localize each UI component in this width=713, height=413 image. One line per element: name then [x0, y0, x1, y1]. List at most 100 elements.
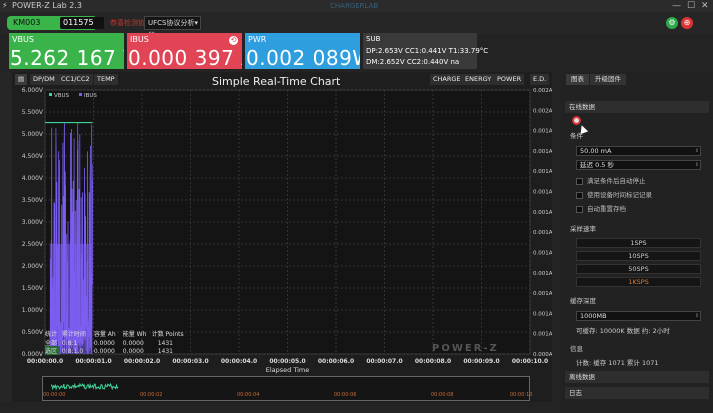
current-threshold-value: 50.00 mA	[580, 147, 612, 155]
minimap-tick: 00:00:08	[431, 392, 454, 398]
rate-1ksps-button[interactable]: 1KSPS	[576, 277, 701, 287]
checkbox-auto-reset[interactable]: 自动重置存档	[576, 204, 701, 214]
rate-10sps-button[interactable]: 10SPS	[576, 251, 701, 261]
ibus-card: IBUS ⟲ 0.000 397 A	[127, 33, 242, 69]
checkbox-icon	[576, 191, 583, 199]
delay-input[interactable]: 延迟 0.5 秒 ⇕	[576, 160, 701, 170]
delay-value: 延迟 0.5 秒	[580, 161, 614, 169]
tab-ed[interactable]: E.D.	[530, 74, 550, 85]
tab-firmware[interactable]: 升级固件	[590, 74, 626, 85]
stats-header: 容量 Ah	[93, 331, 116, 338]
checkbox-device-time[interactable]: 使用设备时间标记记录	[576, 190, 701, 200]
y-left-tick-label: 5.000V	[22, 131, 44, 138]
brand-logo: CHARGERLAB	[330, 2, 379, 10]
vbus-card: VBUS 5.262 167 V	[9, 33, 124, 69]
device-pill[interactable]: KM003 011575	[7, 16, 104, 30]
x-tick-label: 00:00:02.0	[124, 358, 160, 365]
legend-label: VBUS	[54, 93, 70, 99]
tab-dpdm[interactable]: DP/DM	[30, 74, 58, 85]
x-tick-label: 00:00:07.0	[366, 358, 402, 365]
current-threshold-input[interactable]: 50.00 mA ⇕	[576, 146, 701, 156]
stats-header: 累计时间	[61, 331, 86, 338]
stats-header: 能量 Wh	[122, 331, 147, 338]
minimap-ticks: 00:00:00 00:00:02 00:00:04 00:00:06 00:0…	[40, 392, 540, 402]
close-icon[interactable]: ✕	[701, 0, 709, 12]
tab-charge[interactable]: CHARGE	[430, 74, 464, 85]
spin-icon[interactable]: ⇕	[695, 147, 699, 155]
section-online-data[interactable]: 在线数据	[565, 101, 709, 113]
record-button[interactable]	[572, 116, 581, 125]
section-offline-data[interactable]: 离线数据	[565, 371, 709, 383]
spin-icon[interactable]: ⇕	[695, 312, 699, 320]
info-text: 计数: 缓存 1071 累计 1071	[576, 359, 659, 367]
rate-label: 采样速率	[570, 225, 596, 233]
ibus-label: IBUS	[130, 35, 149, 44]
device-name: KM003	[13, 18, 41, 27]
tab-cc1cc2[interactable]: CC1/CC2	[58, 74, 93, 85]
protocol-select[interactable]: UFCS协议分析仪 ▾	[144, 16, 201, 39]
power-value: 0.002 089W	[246, 46, 360, 69]
sub-panel: SUB DP:2.653V CC1:0.441V T1:33.79°C DM:2…	[363, 33, 488, 69]
y-right-tick-label: 0.001A	[533, 291, 552, 297]
x-tick-label: 00:00:04.0	[221, 358, 257, 365]
y-left-tick-label: 5.500V	[22, 109, 44, 116]
stats-header: 计数 Points	[151, 331, 184, 338]
section-log[interactable]: 日志	[565, 387, 709, 399]
y-right-tick-label: 0.001A	[533, 129, 552, 135]
y-right-tick-label: 0.001A	[533, 230, 552, 236]
chart-icon[interactable]: ▤	[15, 74, 28, 85]
minimap-tick: 00:00:02	[140, 392, 163, 398]
minimap-tick: 00:00:04	[237, 392, 260, 398]
checkbox-label: 使用设备时间标记记录	[587, 191, 652, 199]
settings-icon[interactable]: ⚙	[666, 17, 678, 29]
x-tick-label: 00:00:10.0	[512, 358, 548, 365]
x-tick-label: 00:00:00.0	[27, 358, 63, 365]
y-left-tick-label: 3.000V	[22, 219, 44, 226]
right-panel: 图表 升级固件 在线数据 条件 50.00 mA ⇕ 延迟 0.5 秒 ⇕ 满足…	[562, 72, 713, 413]
rate-50sps-button[interactable]: 50SPS	[576, 264, 701, 274]
spin-icon[interactable]: ⇕	[695, 161, 699, 169]
legend-label: IBUS	[84, 93, 97, 99]
x-tick-label: 00:00:01.0	[75, 358, 111, 365]
minimap-tick: 00:00:00	[43, 392, 66, 398]
tab-energy[interactable]: ENERGY	[462, 74, 495, 85]
device-serial: 011575	[60, 17, 104, 29]
ibus-value: 0.000 397 A	[128, 46, 242, 69]
app-window: ⚡ POWER-Z Lab 2.3 CHARGERLAB — ☐ ✕ KM003…	[0, 0, 713, 413]
vbus-value: 5.262 167 V	[10, 46, 124, 69]
stats-cell: 0:8:1.0	[61, 348, 84, 355]
y-right-tick-label: 0.001A	[533, 311, 552, 317]
y-left-tick-label: 1.000V	[22, 307, 44, 314]
stats-table: 统计 累计时间 容量 Ah 能量 Wh 计数 Points 全部 0:8:1 0…	[45, 329, 185, 355]
minimize-icon[interactable]: —	[672, 0, 681, 12]
stats-cell: 1431	[157, 348, 173, 355]
stats-cell: 选区	[45, 346, 60, 355]
minimap-tick: 00:00:06	[334, 392, 357, 398]
stats-row: 全部 0:8:1 0.0000 0.0000 1431	[45, 338, 192, 347]
tab-power[interactable]: POWER	[494, 74, 525, 85]
y-right-tick-label: 0.001A	[533, 250, 552, 256]
legend-swatch	[79, 93, 82, 96]
toolbar: KM003 011575 恭喜检测协议 UFCS协议分析仪 ▾ ⚙ ⊕	[0, 12, 713, 39]
tab-temp[interactable]: TEMP	[94, 74, 118, 85]
stats-cell: 0.0000	[122, 348, 144, 355]
tab-chart[interactable]: 图表	[566, 74, 589, 85]
chart-tab-row: ▤ DP/DM CC1/CC2 TEMP Simple Real-Time Ch…	[12, 72, 552, 88]
y-right-tick-label: 0.001A	[533, 149, 552, 155]
y-right-tick-label: 0.002A	[533, 88, 552, 94]
y-right-tick-label: 0.001A	[533, 169, 552, 175]
info-label: 信息	[570, 345, 583, 353]
watermark-logo: POWER-Z	[432, 343, 499, 354]
depth-input[interactable]: 1000MB ⇕	[576, 311, 701, 321]
checkbox-auto-stop[interactable]: 满足条件后自动停止	[576, 176, 701, 186]
rate-1sps-button[interactable]: 1SPS	[576, 238, 701, 248]
y-right-tick-label: 0.002A	[533, 108, 552, 114]
help-icon[interactable]: ⊕	[681, 17, 693, 29]
param-label: 条件	[570, 132, 583, 140]
reset-icon[interactable]: ⟲	[229, 36, 238, 45]
maximize-icon[interactable]: ☐	[687, 0, 695, 12]
chevron-down-icon: ▾	[194, 19, 198, 27]
y-left-tick-label: 1.500V	[22, 285, 44, 292]
checkbox-icon	[576, 177, 583, 185]
x-axis-label: Elapsed Time	[266, 366, 310, 374]
